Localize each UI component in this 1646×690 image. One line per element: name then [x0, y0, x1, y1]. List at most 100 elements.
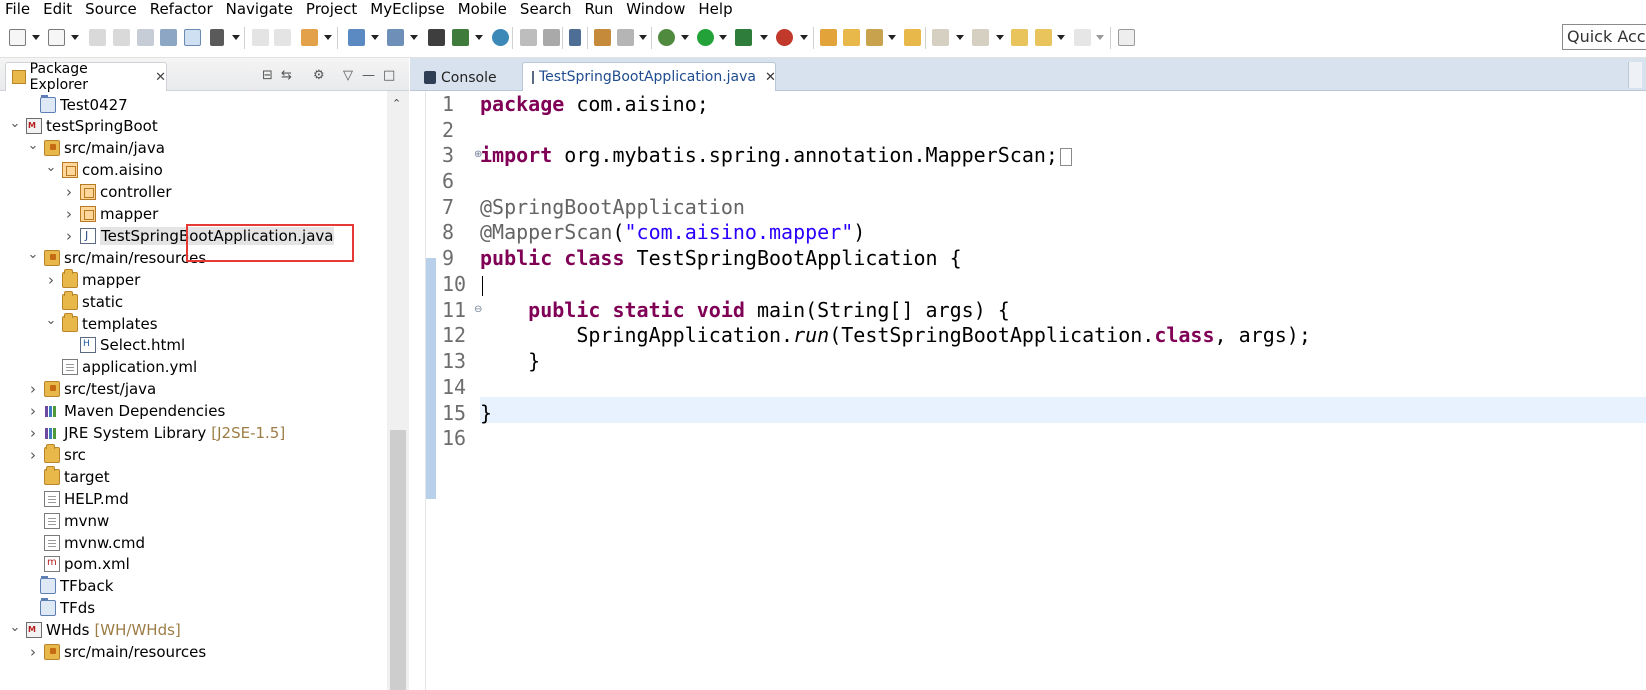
prev-annotation-icon[interactable] [972, 29, 989, 46]
collapse-arrow-icon[interactable]: ⌄ [8, 620, 22, 635]
tree-item[interactable]: target [26, 465, 110, 488]
toggle-markers-icon[interactable] [160, 29, 177, 46]
external-tools-dropdown-icon[interactable] [800, 35, 808, 40]
skip-breakpoints-icon[interactable] [184, 29, 201, 46]
export-icon[interactable] [520, 29, 537, 46]
expand-arrow-icon[interactable]: › [62, 205, 76, 223]
menu-edit[interactable]: Edit [37, 0, 79, 18]
menu-run[interactable]: Run [578, 0, 620, 18]
collapse-arrow-icon[interactable]: ⌄ [44, 313, 58, 328]
run-icon[interactable] [697, 29, 714, 46]
server-dropdown-icon[interactable] [410, 35, 418, 40]
tree-item[interactable]: › JRE System Library [J2SE-1.5] [26, 422, 285, 445]
folded-imports-box[interactable] [1059, 147, 1072, 166]
tree-item[interactable]: › mapper [62, 203, 158, 226]
tab-java-file[interactable]: TestSpringBootApplication.java ✕ [522, 62, 776, 91]
run-dropdown-icon[interactable] [719, 35, 727, 40]
last-edit-icon[interactable] [1011, 29, 1028, 46]
tree-item[interactable]: › src [26, 443, 86, 466]
external-tools-icon[interactable] [776, 29, 793, 46]
tree-item[interactable]: application.yml [44, 356, 197, 379]
tree-item[interactable]: › Maven Dependencies [26, 400, 225, 423]
expand-arrow-icon[interactable]: › [44, 271, 58, 289]
scrollbar-thumb[interactable] [390, 430, 406, 690]
expand-arrow-icon[interactable]: › [26, 424, 40, 442]
open-perspective-icon[interactable] [1118, 29, 1135, 46]
save-icon[interactable] [89, 29, 106, 46]
snippets-icon[interactable] [617, 29, 634, 46]
code-editor[interactable]: package com.aisino; import org.mybatis.s… [480, 91, 1646, 690]
menu-project[interactable]: Project [300, 0, 364, 18]
menu-navigate[interactable]: Navigate [220, 0, 300, 18]
tree-item[interactable]: › src/test/java [26, 378, 156, 401]
collapse-arrow-icon[interactable]: ⌄ [8, 116, 22, 131]
tree-item[interactable]: ⌄ src/main/java [26, 137, 165, 160]
forward-icon[interactable] [1074, 29, 1091, 46]
run-server-icon[interactable] [452, 29, 469, 46]
open-type-icon[interactable] [301, 29, 318, 46]
tree-item[interactable]: TFback [22, 575, 113, 598]
tree-item[interactable]: › mapper [44, 268, 140, 291]
debug-dropdown-icon[interactable] [681, 35, 689, 40]
deploy-icon[interactable] [348, 29, 365, 46]
close-icon[interactable]: ✕ [155, 70, 166, 85]
close-icon[interactable]: ✕ [765, 70, 776, 85]
collapse-all-icon[interactable]: ⊟ [262, 68, 273, 83]
editor-maximize-area[interactable] [1628, 62, 1642, 88]
search-files-icon[interactable] [866, 29, 883, 46]
menu-source[interactable]: Source [79, 0, 144, 18]
coverage-icon[interactable] [735, 29, 752, 46]
open-folder-icon[interactable] [904, 29, 921, 46]
browser-icon[interactable] [492, 29, 509, 46]
menu-file[interactable]: File [0, 0, 37, 18]
tree-item[interactable]: › controller [62, 181, 172, 204]
new-dropdown-icon[interactable] [32, 35, 40, 40]
import-icon[interactable] [543, 29, 560, 46]
tree-item[interactable]: mvnw.cmd [26, 531, 145, 554]
tree-item[interactable]: ⌄ src/main/resources [26, 246, 207, 269]
tree-item[interactable]: ⌄ com.aisino [44, 159, 163, 182]
menu-help[interactable]: Help [692, 0, 739, 18]
new-icon[interactable] [9, 29, 26, 46]
build-dropdown-icon[interactable] [232, 35, 240, 40]
coverage-dropdown-icon[interactable] [760, 35, 768, 40]
run-server-dropdown-icon[interactable] [475, 35, 483, 40]
collapse-arrow-icon[interactable]: ⌄ [44, 160, 58, 175]
tree-item[interactable]: HELP.md [26, 487, 129, 510]
menu-myeclipse[interactable]: MyEclipse [364, 0, 451, 18]
minimize-icon[interactable]: — [362, 68, 375, 83]
debug-icon[interactable] [658, 29, 675, 46]
report-icon[interactable] [569, 29, 581, 46]
prev-annotation-dropdown-icon[interactable] [996, 35, 1004, 40]
filters-icon[interactable]: ⚙ [313, 68, 325, 83]
web-services-icon[interactable] [428, 29, 445, 46]
new-project-icon[interactable] [48, 29, 65, 46]
forward-dropdown-icon[interactable] [1096, 35, 1104, 40]
expand-arrow-icon[interactable]: › [26, 446, 40, 464]
build-icon[interactable] [210, 29, 224, 46]
undo-icon[interactable] [252, 29, 269, 46]
redo-icon[interactable] [274, 29, 291, 46]
menu-mobile[interactable]: Mobile [452, 0, 514, 18]
collapse-arrow-icon[interactable]: ⌄ [26, 138, 40, 153]
expand-arrow-icon[interactable]: › [26, 643, 40, 661]
expand-arrow-icon[interactable]: › [62, 227, 76, 245]
tree-item[interactable]: ⌄ testSpringBoot [8, 115, 158, 138]
tree-item[interactable]: Select.html [62, 334, 185, 357]
quick-access-input[interactable]: Quick Access [1562, 24, 1646, 50]
menu-search[interactable]: Search [514, 0, 579, 18]
tree-item[interactable]: ⌄ WHds[WH/WHds] [8, 619, 181, 642]
menu-refactor[interactable]: Refactor [144, 0, 220, 18]
scroll-up-icon[interactable]: ⌃ [392, 97, 401, 110]
tree-item[interactable]: › src/main/resources [26, 641, 206, 664]
link-with-editor-icon[interactable]: ⇆ [281, 68, 292, 83]
collapse-arrow-icon[interactable]: ⌄ [26, 247, 40, 262]
open-type-dropdown-icon[interactable] [324, 35, 332, 40]
db-browser-icon[interactable] [594, 29, 611, 46]
menu-window[interactable]: Window [620, 0, 692, 18]
tab-package-explorer[interactable]: Package Explorer ✕ [5, 61, 167, 93]
tree-item[interactable]: static [44, 290, 123, 313]
expand-arrow-icon[interactable]: › [26, 380, 40, 398]
snippets-dropdown-icon[interactable] [639, 35, 647, 40]
expand-arrow-icon[interactable]: › [26, 402, 40, 420]
